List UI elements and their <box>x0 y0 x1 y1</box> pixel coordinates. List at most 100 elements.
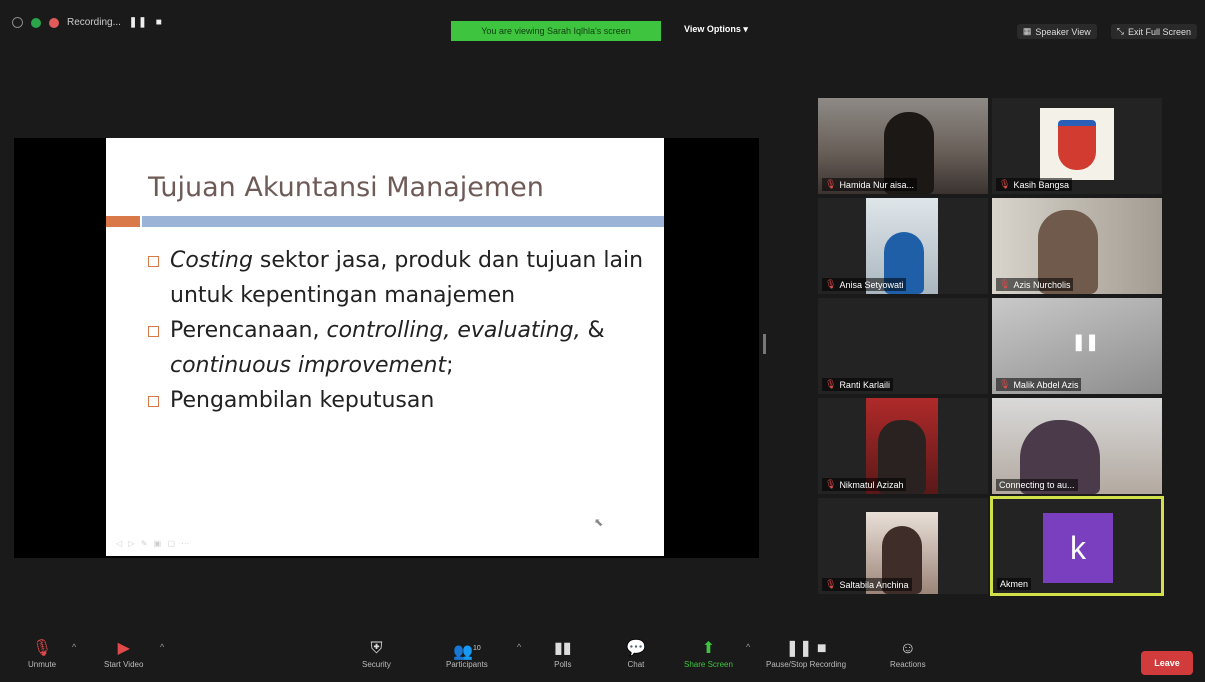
participant-tile[interactable]: 🎙 Anisa Setyowati <box>818 198 988 294</box>
view-options-label: View Options <box>684 24 741 34</box>
participant-tile[interactable]: 🎙 Azis Nurcholis <box>992 198 1162 294</box>
avatar: k <box>1043 513 1113 583</box>
participant-tile[interactable]: 🎙 Ranti Karlaili <box>818 298 988 394</box>
share-screen-icon: ⬆ <box>701 640 716 657</box>
slide-bullets: Costing sektor jasa, produk dan tujuan l… <box>148 243 658 418</box>
participant-name-tag: 🎙 Azis Nurcholis <box>996 278 1074 291</box>
participant-name: Connecting to au... <box>999 480 1075 490</box>
participants-label: Participants <box>446 660 488 669</box>
meeting-status-group: Recording... ❚❚ ■ <box>12 17 163 28</box>
mic-muted-icon: 🎙 <box>31 640 53 657</box>
participant-name-tag: 🎙 Hamida Nur aisa... <box>822 178 917 191</box>
active-speaker-tile[interactable]: k Akmen <box>990 496 1164 596</box>
bullet-2-emphasis: controlling, evaluating, <box>326 318 581 343</box>
bullet-1-emphasis: Costing <box>170 248 253 273</box>
participant-name-tag: 🎙 Saltabila Anchina <box>822 578 912 591</box>
participant-tile[interactable]: ❚❚ 🎙 Malik Abdel Azis <box>992 298 1162 394</box>
shield-icon: ⛨ <box>370 640 383 657</box>
share-screen-label: Share Screen <box>684 660 733 669</box>
video-options-caret[interactable]: ^ <box>160 642 164 652</box>
chat-icon: 💬 <box>626 640 646 657</box>
start-video-label: Start Video <box>104 660 144 669</box>
speaker-view-button[interactable]: ▦ Speaker View <box>1016 24 1097 39</box>
chat-button[interactable]: 💬 Chat <box>626 638 646 669</box>
chat-label: Chat <box>627 660 645 669</box>
unmute-button[interactable]: 🎙 Unmute <box>28 638 56 669</box>
start-video-button[interactable]: ▶ Start Video <box>104 638 143 669</box>
share-screen-button[interactable]: ⬆ Share Screen <box>684 638 733 669</box>
participant-tile[interactable]: 🎙 Nikmatul Azizah <box>818 398 988 494</box>
pause-stop-recording-button[interactable]: ❚❚ ■ Pause/Stop Recording <box>766 638 846 669</box>
participants-button[interactable]: 👥10 Participants <box>446 638 488 669</box>
mic-muted-icon: 🎙 <box>825 179 837 189</box>
bullet-2-emphasis-2: continuous improvement <box>170 353 447 378</box>
bullet-2-text: Perencanaan, <box>170 318 327 343</box>
slide-bullet-1: Costing sektor jasa, produk dan tujuan l… <box>148 243 658 313</box>
title-rule-bar <box>142 216 664 227</box>
slide-bullet-2: Perencanaan, controlling, evaluating, & … <box>148 313 658 383</box>
participant-tile[interactable]: 🎙 Saltabila Anchina <box>818 498 988 594</box>
mic-muted-icon: 🎙 <box>825 379 837 389</box>
participants-count: 10 <box>472 645 481 652</box>
stop-recording-icon[interactable]: ■ <box>156 17 163 28</box>
participant-name: Kasih Bangsa <box>1013 179 1069 190</box>
security-shield-icon[interactable] <box>31 17 41 28</box>
recording-icon <box>49 17 59 28</box>
mic-muted-icon: 🎙 <box>999 379 1011 389</box>
participant-name: Saltabila Anchina <box>839 579 909 590</box>
mic-muted-icon: 🎙 <box>999 279 1011 289</box>
mic-muted-icon: 🎙 <box>825 479 837 489</box>
viewing-screen-banner: You are viewing Sarah Iqlhla's screen <box>451 21 661 41</box>
reactions-label: Reactions <box>890 660 926 669</box>
unmute-label: Unmute <box>28 660 57 669</box>
bullet-2-end: ; <box>446 353 454 378</box>
reactions-button[interactable]: ☺ Reactions <box>890 638 926 669</box>
split-resize-handle[interactable] <box>763 334 766 354</box>
mic-muted-icon: 🎙 <box>825 579 837 589</box>
audio-options-caret[interactable]: ^ <box>72 642 76 652</box>
participant-name-tag: Connecting to au... <box>996 479 1078 491</box>
exit-full-screen-button[interactable]: ⤡ Exit Full Screen <box>1110 24 1197 39</box>
polls-button[interactable]: ▮▮ Polls <box>554 638 572 669</box>
participant-name: Malik Abdel Azis <box>1013 379 1079 390</box>
security-button[interactable]: ⛨ Security <box>362 638 391 669</box>
participant-name: Anisa Setyowati <box>839 279 904 290</box>
participant-tile[interactable]: 🎙 Hamida Nur aisa... <box>818 98 988 194</box>
participant-name-tag: 🎙 Malik Abdel Azis <box>996 378 1082 391</box>
emblem-icon <box>1058 120 1096 170</box>
recording-label: Recording... <box>67 17 121 28</box>
bullet-square-icon <box>148 326 159 337</box>
shared-screen: Tujuan Akuntansi Manajemen Costing sekto… <box>14 138 759 558</box>
presentation-slide: Tujuan Akuntansi Manajemen Costing sekto… <box>106 138 664 556</box>
participants-options-caret[interactable]: ^ <box>517 642 521 652</box>
view-controls: ▦ Speaker View ⤡ Exit Full Screen <box>1016 24 1197 39</box>
meeting-top-bar: Recording... ❚❚ ■ You are viewing Sarah … <box>0 12 1205 42</box>
info-icon[interactable] <box>12 17 23 28</box>
participant-name-tag: 🎙 Anisa Setyowati <box>822 278 907 291</box>
grid-icon: ▦ <box>1022 26 1032 36</box>
exit-full-screen-label: Exit Full Screen <box>1127 26 1191 37</box>
chevron-down-icon: ▾ <box>743 24 748 34</box>
participant-tile[interactable]: Connecting to au... <box>992 398 1162 494</box>
leave-button[interactable]: Leave <box>1141 651 1193 675</box>
pause-stop-recording-label: Pause/Stop Recording <box>766 660 847 669</box>
share-options-caret[interactable]: ^ <box>746 642 750 652</box>
participant-tile[interactable]: 🎙 Kasih Bangsa <box>992 98 1162 194</box>
view-options-button[interactable]: View Options ▾ <box>684 24 748 35</box>
pause-stop-icon: ❚❚ ■ <box>785 640 827 657</box>
bullet-square-icon <box>148 256 159 267</box>
polls-icon: ▮▮ <box>554 640 572 657</box>
speaker-view-label: Speaker View <box>1035 26 1091 37</box>
title-accent-bar <box>106 216 140 227</box>
slide-bullet-3: Pengambilan keputusan <box>148 383 658 418</box>
participant-name-tag: 🎙 Nikmatul Azizah <box>822 478 907 491</box>
bullet-3-text: Pengambilan keputusan <box>170 388 435 413</box>
participant-name: Hamida Nur aisa... <box>839 179 914 190</box>
participant-name: Ranti Karlaili <box>839 379 890 390</box>
video-paused-icon: ❚❚ <box>1072 334 1099 351</box>
slide-nav-controls[interactable]: ◁ ▷ ✎ ▣ ▢ ⋯ <box>116 539 191 548</box>
bullet-2-amp: & <box>580 318 605 343</box>
pause-recording-icon[interactable]: ❚❚ <box>129 17 148 28</box>
polls-label: Polls <box>554 660 572 669</box>
slide-title: Tujuan Akuntansi Manajemen <box>148 172 544 203</box>
